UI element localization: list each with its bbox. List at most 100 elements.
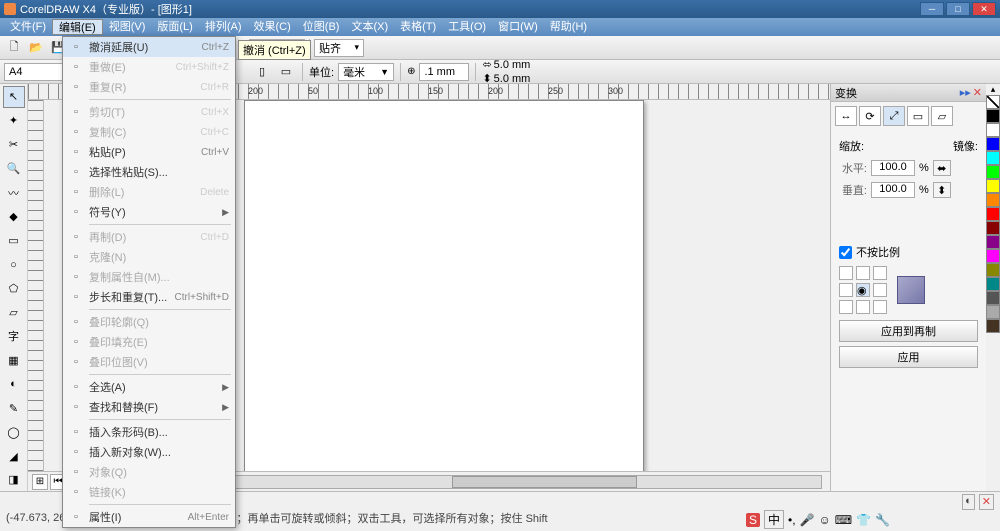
horizontal-scrollbar[interactable] (206, 475, 822, 489)
menu-item[interactable]: 文本(X) (345, 19, 394, 35)
smart-fill-tool[interactable]: ◆ (3, 206, 25, 228)
page-add-icon[interactable]: ⊞ (32, 474, 48, 490)
apply-duplicate-button[interactable]: 应用到再制 (839, 320, 978, 342)
scale-tab[interactable]: ⤢ (883, 106, 905, 126)
crop-tool[interactable]: ✂ (3, 134, 25, 156)
color-swatch[interactable] (986, 319, 1000, 333)
nonprop-checkbox[interactable] (839, 246, 852, 259)
h-scale-input[interactable]: 100.0 (871, 160, 915, 176)
minimize-button[interactable]: ─ (920, 2, 944, 16)
close-button[interactable]: ✕ (972, 2, 996, 16)
unit-select[interactable]: 毫米▼ (338, 63, 394, 81)
interactive-fill-tool[interactable]: ◨ (3, 469, 25, 491)
ime-mic-icon[interactable]: 🎤 (800, 513, 815, 527)
menu-item[interactable]: 位图(B) (297, 19, 346, 35)
eyedropper-tool[interactable]: ✎ (3, 397, 25, 419)
color-swatch[interactable] (986, 151, 1000, 165)
color-swatch[interactable] (986, 193, 1000, 207)
polygon-tool[interactable]: ⬠ (3, 278, 25, 300)
size-tab[interactable]: ▭ (907, 106, 929, 126)
color-swatch[interactable] (986, 109, 1000, 123)
apply-button[interactable]: 应用 (839, 346, 978, 368)
color-swatch[interactable] (986, 123, 1000, 137)
new-icon[interactable]: 🗋 (4, 38, 24, 58)
v-scale-input[interactable]: 100.0 (871, 182, 915, 198)
status-close-icon[interactable]: ✕ (979, 494, 994, 510)
color-swatch[interactable] (986, 277, 1000, 291)
text-tool[interactable]: 字 (3, 325, 25, 347)
table-tool[interactable]: ▦ (3, 349, 25, 371)
skew-tab[interactable]: ▱ (931, 106, 953, 126)
ime-tool-icon[interactable]: 🔧 (875, 513, 890, 527)
docker-collapse-icon[interactable]: ▸▸ (960, 86, 971, 99)
basic-shapes-tool[interactable]: ▱ (3, 301, 25, 323)
landscape-icon[interactable]: ▭ (276, 62, 296, 82)
snap-select[interactable]: 贴齐 ▾ (314, 39, 364, 57)
menu-item[interactable]: ▫插入新对象(W)... (63, 442, 235, 462)
menu-item[interactable]: 帮助(H) (544, 19, 593, 35)
no-color-swatch[interactable] (986, 95, 1000, 109)
pick-tool[interactable]: ↖ (3, 86, 25, 108)
interactive-tool[interactable]: ◐ (3, 373, 25, 395)
menu-item[interactable]: 版面(L) (151, 19, 198, 35)
color-swatch[interactable] (986, 207, 1000, 221)
fill-tool[interactable]: ◢ (3, 445, 25, 467)
menu-item[interactable]: ▫粘贴(P)Ctrl+V (63, 142, 235, 162)
ime-punct-icon[interactable]: •, (788, 513, 796, 527)
color-swatch[interactable] (986, 291, 1000, 305)
rectangle-tool[interactable]: ▭ (3, 230, 25, 252)
menu-item[interactable]: 工具(O) (442, 19, 492, 35)
color-swatch[interactable] (986, 165, 1000, 179)
menu-item[interactable]: ▫步长和重复(T)...Ctrl+Shift+D (63, 287, 235, 307)
menu-item[interactable]: 表格(T) (394, 19, 442, 35)
color-swatch[interactable] (986, 263, 1000, 277)
zoom-tool[interactable]: 🔍 (3, 158, 25, 180)
docker-close-icon[interactable]: ✕ (973, 86, 982, 99)
ellipse-tool[interactable]: ○ (3, 254, 25, 276)
menu-item[interactable]: ▫选择性粘贴(S)... (63, 162, 235, 182)
dup-y: 5.0 mm (494, 73, 531, 85)
menu-item[interactable]: 视图(V) (103, 19, 152, 35)
menu-item[interactable]: 效果(C) (248, 19, 297, 35)
ime-icon[interactable]: S (746, 513, 760, 527)
outline-tool[interactable]: ◯ (3, 421, 25, 443)
menu-item[interactable]: ▫插入条形码(B)... (63, 422, 235, 442)
menu-item[interactable]: 编辑(E) (52, 19, 103, 35)
window-title: CorelDRAW X4（专业版）- [图形1] (20, 1, 192, 17)
open-icon[interactable]: 📂 (26, 38, 46, 58)
maximize-button[interactable]: □ (946, 2, 970, 16)
unit-label: 单位: (309, 64, 334, 80)
anchor-grid[interactable]: ◉ (839, 266, 887, 314)
freehand-tool[interactable]: 〰 (3, 182, 25, 204)
menu-item[interactable]: 文件(F) (4, 19, 52, 35)
ime-lang-icon[interactable]: 中 (764, 510, 784, 529)
menu-item[interactable]: ▫全选(A)▶ (63, 377, 235, 397)
menu-item: ▫重做(E)Ctrl+Shift+Z (63, 57, 235, 77)
color-swatch[interactable] (986, 179, 1000, 193)
color-swatch[interactable] (986, 235, 1000, 249)
menu-item[interactable]: ▫属性(I)Alt+Enter (63, 507, 235, 527)
mirror-v-icon[interactable]: ⬍ (933, 182, 951, 198)
portrait-icon[interactable]: ▯ (252, 62, 272, 82)
menu-item[interactable]: ▫撤消延展(U)Ctrl+Z (63, 37, 235, 57)
dup-x: 5.0 mm (494, 59, 531, 71)
mirror-h-icon[interactable]: ⬌ (933, 160, 951, 176)
color-swatch[interactable] (986, 221, 1000, 235)
color-swatch[interactable] (986, 249, 1000, 263)
color-swatch[interactable] (986, 137, 1000, 151)
menu-item[interactable]: ▫查找和替换(F)▶ (63, 397, 235, 417)
ime-keyboard-icon[interactable]: ⌨ (835, 513, 852, 527)
shape-tool[interactable]: ✦ (3, 110, 25, 132)
ime-emoji-icon[interactable]: ☺ (819, 513, 831, 527)
menu-item[interactable]: ▫符号(Y)▶ (63, 202, 235, 222)
color-swatch[interactable] (986, 305, 1000, 319)
position-tab[interactable]: ↔ (835, 106, 857, 126)
status-icon[interactable]: ◐ (962, 494, 975, 510)
rotate-tab[interactable]: ⟳ (859, 106, 881, 126)
ime-skin-icon[interactable]: 👕 (856, 513, 871, 527)
menu-item: ▫链接(K) (63, 482, 235, 502)
nudge-input[interactable]: .1 mm (419, 63, 469, 81)
menu-item[interactable]: 排列(A) (199, 19, 248, 35)
menu-item[interactable]: 窗口(W) (492, 19, 544, 35)
palette-up-icon[interactable]: ▴ (986, 84, 1000, 95)
